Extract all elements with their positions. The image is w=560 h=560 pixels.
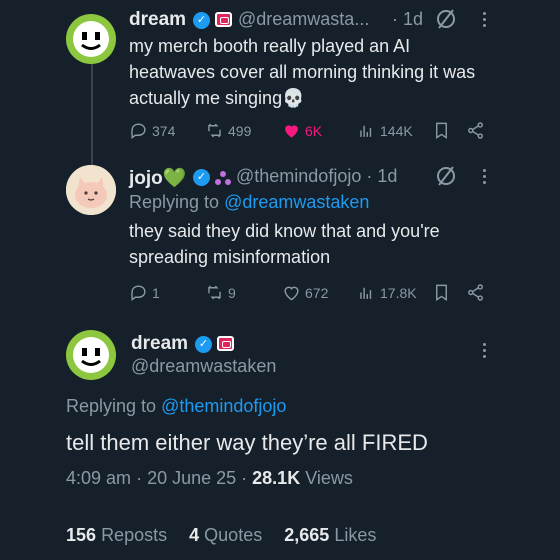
game-controller-badge-icon — [215, 12, 232, 27]
tweet-meta: 4:09 am · 20 June 25 · 28.1K Views — [66, 468, 353, 488]
smiley-face-icon — [73, 337, 109, 373]
avatar[interactable] — [66, 14, 116, 64]
bookmark-icon — [436, 284, 447, 301]
tweet-date[interactable]: 20 June 25 — [147, 468, 236, 488]
grok-icon[interactable] — [436, 8, 456, 35]
like-button[interactable]: 672 — [282, 283, 328, 302]
tweet-text: tell them either way they’re all FIRED — [66, 430, 428, 455]
author-handle[interactable]: @dreamwasta... — [238, 9, 369, 30]
grok-icon[interactable] — [436, 165, 456, 192]
reply-button[interactable]: 374 — [129, 121, 175, 140]
reposts-stat[interactable]: 156 Reposts — [66, 525, 167, 545]
share-icon — [468, 284, 483, 301]
replying-to-link[interactable]: @dreamwastaken — [224, 192, 369, 212]
author-name[interactable]: dream — [129, 9, 186, 31]
likes-stat[interactable]: 2,665 Likes — [284, 525, 376, 545]
avatar[interactable] — [66, 165, 116, 215]
author-name[interactable]: jojo💚 — [129, 166, 186, 190]
repost-icon — [208, 285, 221, 300]
views-count: 28.1K — [252, 468, 301, 488]
share-button[interactable] — [466, 283, 485, 302]
more-icon[interactable] — [483, 169, 487, 187]
share-button[interactable] — [466, 121, 485, 140]
tweet-time[interactable]: 4:09 am — [66, 468, 131, 488]
verified-icon: ✓ — [195, 336, 212, 353]
green-heart-emoji: 💚 — [162, 168, 187, 189]
tweet-stats: 156 Reposts 4 Quotes 2,665 Likes — [66, 525, 376, 546]
quotes-stat[interactable]: 4 Quotes — [189, 525, 262, 545]
repost-button[interactable]: 499 — [205, 121, 251, 140]
author-name[interactable]: dream — [131, 333, 188, 355]
views-button[interactable]: 17.8K — [357, 283, 417, 302]
verified-icon: ✓ — [193, 12, 210, 29]
more-icon[interactable] — [483, 12, 487, 30]
share-icon — [468, 122, 483, 139]
replying-to: Replying to @themindofjojo — [66, 396, 287, 416]
views-label: Views — [305, 468, 353, 488]
views-icon — [360, 125, 372, 137]
tweet-text: my merch booth really played an AI heatw… — [129, 36, 476, 108]
like-button[interactable]: 6K — [282, 121, 322, 140]
views-button[interactable]: 144K — [357, 121, 413, 140]
bookmark-icon — [436, 122, 447, 139]
repost-button[interactable]: 9 — [205, 283, 236, 302]
repost-icon — [208, 123, 221, 138]
people-badge-icon — [213, 168, 233, 193]
smiley-face-icon — [73, 21, 109, 57]
author-handle[interactable]: @themindofjojo · 1d — [236, 166, 397, 187]
verified-icon: ✓ — [193, 169, 210, 186]
more-icon[interactable] — [483, 343, 487, 361]
replying-to: Replying to @dreamwastaken — [129, 192, 370, 212]
replying-to-link[interactable]: @themindofjojo — [161, 396, 286, 416]
views-icon — [360, 287, 372, 299]
avatar[interactable] — [66, 330, 116, 380]
bookmark-button[interactable] — [432, 283, 451, 302]
skull-emoji: 💀 — [282, 88, 305, 108]
tweet-time[interactable]: · 1d — [392, 9, 423, 30]
thread-connector — [91, 64, 93, 172]
author-handle[interactable]: @dreamwastaken — [131, 356, 276, 377]
bookmark-button[interactable] — [432, 121, 451, 140]
reply-icon — [131, 123, 146, 140]
game-controller-badge-icon — [217, 336, 234, 351]
reply-icon — [131, 285, 146, 302]
cat-avatar-icon — [66, 165, 116, 215]
heart-icon — [284, 286, 299, 301]
reply-button[interactable]: 1 — [129, 283, 160, 302]
heart-icon — [285, 125, 298, 138]
tweet-text: they said they did know that and you're … — [129, 221, 440, 267]
